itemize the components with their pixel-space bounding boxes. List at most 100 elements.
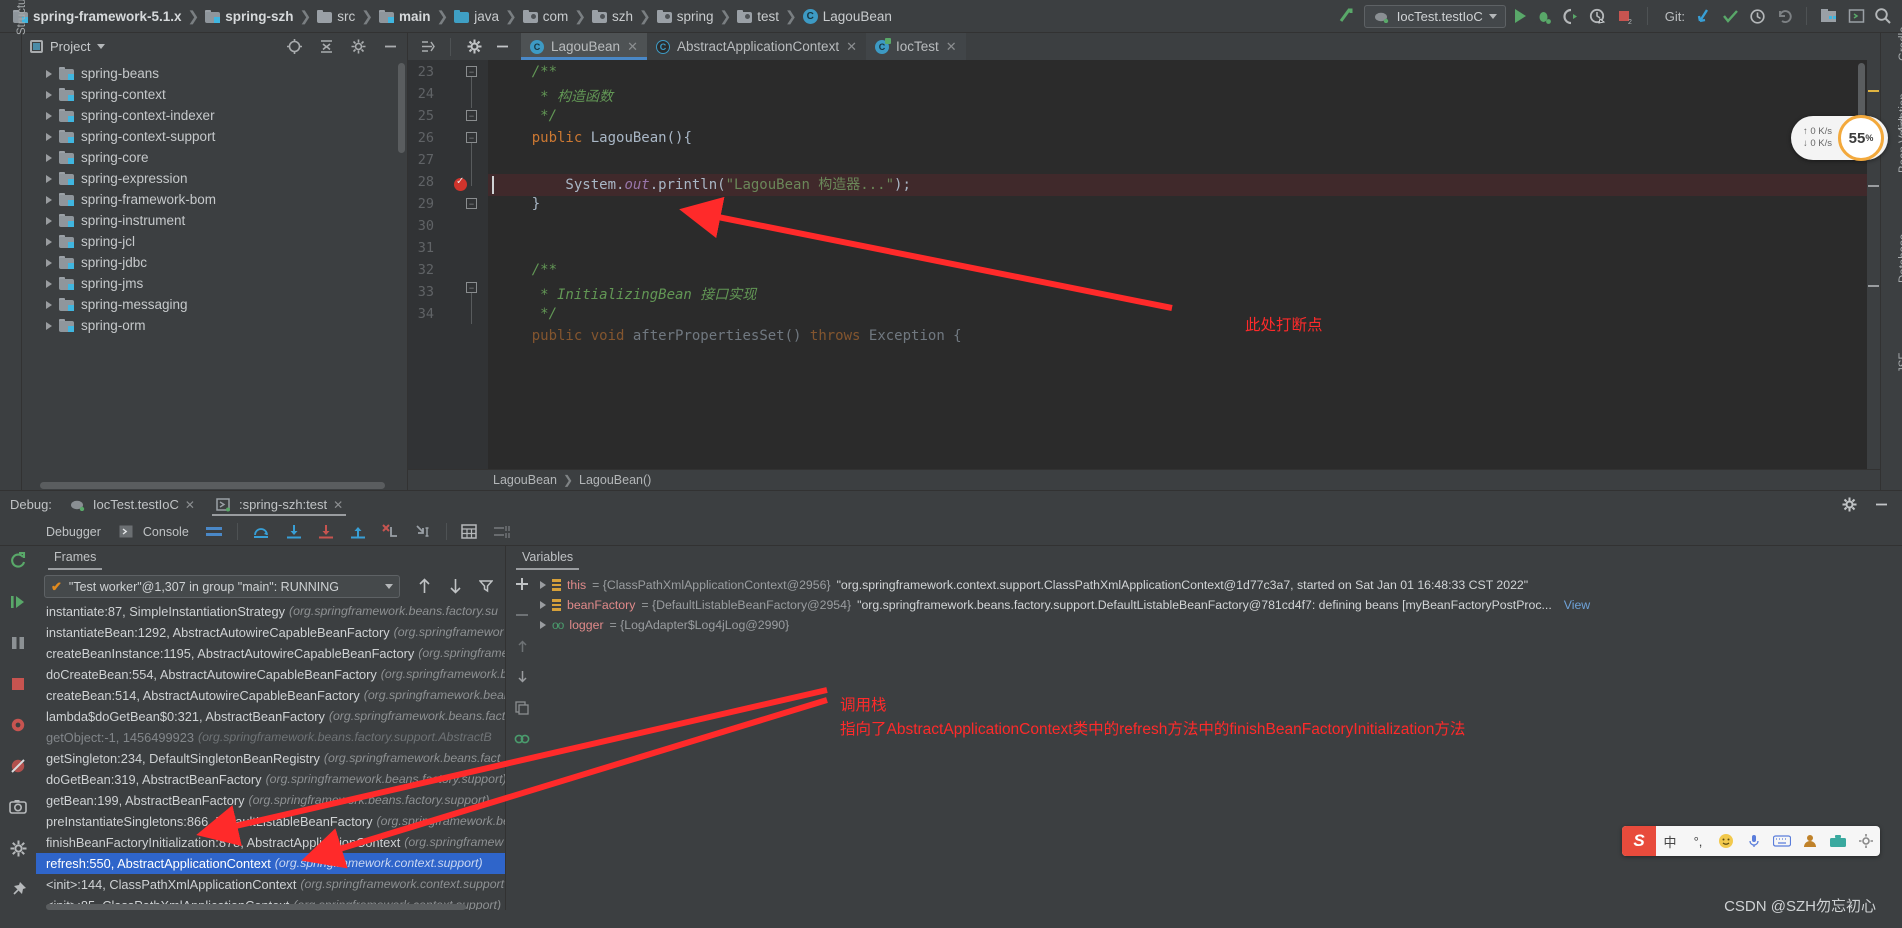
arrow-down-icon[interactable] xyxy=(513,668,531,686)
commit-icon[interactable] xyxy=(1721,7,1739,25)
rail-label-jsf[interactable]: JSF xyxy=(1898,353,1902,373)
close-icon[interactable]: ✕ xyxy=(333,498,343,512)
profile-icon[interactable] xyxy=(1589,7,1607,25)
arrow-up-icon[interactable] xyxy=(513,637,531,655)
breadcrumb-item-module[interactable]: spring-szh xyxy=(200,9,298,24)
frame-row[interactable]: <init>:144, ClassPathXmlApplicationConte… xyxy=(36,874,505,895)
settings-gear-icon[interactable] xyxy=(465,38,483,56)
evaluate-expression-button[interactable] xyxy=(453,524,485,539)
console-tab[interactable]: Console xyxy=(109,523,197,541)
build-icon[interactable] xyxy=(1337,7,1355,25)
tab-frames[interactable]: Frames xyxy=(48,550,103,570)
frame-row[interactable]: getSingleton:234, DefaultSingletonBeanRe… xyxy=(36,748,505,769)
code-text[interactable]: /** * 构造函数 */ public LagouBean(){ System… xyxy=(488,60,1867,469)
breadcrumb-class[interactable]: LagouBean xyxy=(493,473,557,487)
frame-row[interactable]: createBeanInstance:1195, AbstractAutowir… xyxy=(36,643,505,664)
chevron-right-icon[interactable] xyxy=(46,216,52,225)
tree-item[interactable]: spring-context xyxy=(22,84,407,105)
project-structure-icon[interactable] xyxy=(1820,7,1838,25)
editor-gutter[interactable]: 23 24 25 26 27 28 29 30 31 32 33 34 − − xyxy=(408,60,509,469)
close-icon[interactable]: ✕ xyxy=(946,39,957,55)
static-fields-icon[interactable] xyxy=(513,730,531,748)
chevron-right-icon[interactable] xyxy=(46,111,52,120)
breadcrumb-item-szh[interactable]: szh xyxy=(587,9,638,24)
fold-minus-icon[interactable]: − xyxy=(466,282,477,293)
breadcrumb-item-spring[interactable]: spring xyxy=(652,9,719,24)
rail-label-bean-validation[interactable]: Bean Validation xyxy=(1898,93,1902,173)
terminal-icon[interactable] xyxy=(1847,7,1865,25)
run-with-coverage-icon[interactable] xyxy=(1562,7,1580,25)
rollback-icon[interactable] xyxy=(1775,7,1793,25)
frame-row[interactable]: getObject:-1, 1456499923 (org.springframe… xyxy=(36,727,505,748)
ime-user-icon[interactable] xyxy=(1796,826,1824,856)
editor-tab-abstractapplicationcontext[interactable]: C AbstractApplicationContext ✕ xyxy=(647,33,866,60)
editor-tab-lagoubean[interactable]: C LagouBean ✕ xyxy=(521,33,647,60)
chevron-down-icon[interactable] xyxy=(97,43,106,49)
warning-marker[interactable] xyxy=(1868,90,1879,92)
tree-item[interactable]: spring-jdbc xyxy=(22,252,407,273)
ime-emoji-icon[interactable] xyxy=(1712,826,1740,856)
rail-label-gradle[interactable]: Gradle xyxy=(1898,26,1902,61)
breadcrumb-item-java[interactable]: java xyxy=(449,9,504,24)
step-into-button[interactable] xyxy=(278,524,310,539)
layout-settings-button[interactable] xyxy=(485,525,518,539)
chevron-right-icon[interactable] xyxy=(46,153,52,162)
resume-program-icon[interactable] xyxy=(9,593,27,611)
chevron-right-icon[interactable] xyxy=(540,621,546,629)
chevron-right-icon[interactable] xyxy=(540,581,546,589)
variables-list[interactable]: this = {ClassPathXmlApplicationContext@2… xyxy=(538,570,1902,910)
frame-row[interactable]: getBean:199, AbstractBeanFactory (org.spr… xyxy=(36,790,505,811)
search-everywhere-icon[interactable] xyxy=(1874,7,1892,25)
breadcrumb-item-src[interactable]: src xyxy=(312,9,360,24)
arrow-up-icon[interactable] xyxy=(415,577,433,595)
ime-toolbox-icon[interactable] xyxy=(1824,826,1852,856)
tree-item[interactable]: spring-beans xyxy=(22,63,407,84)
breadcrumb-item-test[interactable]: test xyxy=(732,9,784,24)
update-project-icon[interactable] xyxy=(1694,7,1712,25)
frames-list[interactable]: instantiate:87, SimpleInstantiationStrat… xyxy=(36,601,505,910)
ime-keyboard-icon[interactable] xyxy=(1768,826,1796,856)
fold-end-icon[interactable]: − xyxy=(466,198,477,209)
close-icon[interactable]: ✕ xyxy=(627,39,638,55)
frame-row[interactable]: doCreateBean:554, AbstractAutowireCapabl… xyxy=(36,664,505,685)
step-over-button[interactable] xyxy=(244,524,278,539)
debugger-tab[interactable]: Debugger xyxy=(8,525,109,539)
mute-breakpoints-icon[interactable] xyxy=(9,757,27,775)
close-icon[interactable]: ✕ xyxy=(846,39,857,55)
chevron-right-icon[interactable] xyxy=(46,258,52,267)
chevron-right-icon[interactable] xyxy=(46,300,52,309)
arrow-down-icon[interactable] xyxy=(446,577,464,595)
frame-row[interactable]: instantiate:87, SimpleInstantiationStrat… xyxy=(36,601,505,622)
frame-row-selected[interactable]: refresh:550, AbstractApplicationContext(… xyxy=(36,853,505,874)
close-icon[interactable]: ✕ xyxy=(185,498,195,512)
frame-row[interactable]: doGetBean:319, AbstractBeanFactory (org.s… xyxy=(36,769,505,790)
ime-menu-icon[interactable] xyxy=(1852,826,1880,856)
fold-minus-icon[interactable]: − xyxy=(466,66,477,77)
fold-end-icon[interactable]: − xyxy=(466,110,477,121)
editor-tab-ioctest[interactable]: C IocTest ✕ xyxy=(865,33,966,60)
debug-session-tab-ioctest[interactable]: IocTest.testIoC ✕ xyxy=(66,491,198,518)
breadcrumb-item-main[interactable]: main xyxy=(374,9,436,24)
filter-icon[interactable] xyxy=(477,577,495,595)
tree-item[interactable]: spring-framework-bom xyxy=(22,189,407,210)
ime-toolbar[interactable]: S 中 °, xyxy=(1622,826,1880,856)
breadcrumb-method[interactable]: LagouBean() xyxy=(579,473,651,487)
remove-watch-icon[interactable] xyxy=(513,606,531,624)
chevron-right-icon[interactable] xyxy=(46,69,52,78)
tree-item[interactable]: spring-context-support xyxy=(22,126,407,147)
view-breakpoints-icon[interactable] xyxy=(9,716,27,734)
tree-item[interactable]: spring-core xyxy=(22,147,407,168)
breadcrumb-item-project[interactable]: spring-framework-5.1.x xyxy=(8,9,187,24)
history-icon[interactable] xyxy=(1748,7,1766,25)
rail-label-project[interactable]: Structure xyxy=(16,0,28,35)
thread-selector[interactable]: ✔ "Test worker"@1,307 in group "main": R… xyxy=(44,575,400,598)
project-tree[interactable]: spring-beans spring-context spring-conte… xyxy=(22,59,407,490)
ime-voice-icon[interactable] xyxy=(1740,826,1768,856)
chevron-right-icon[interactable] xyxy=(46,174,52,183)
chevron-right-icon[interactable] xyxy=(46,279,52,288)
tree-item[interactable]: spring-jms xyxy=(22,273,407,294)
add-watch-icon[interactable] xyxy=(513,575,531,593)
force-step-into-button[interactable] xyxy=(310,524,342,539)
frame-row[interactable]: lambda$doGetBean$0:321, AbstractBeanFact… xyxy=(36,706,505,727)
chevron-right-icon[interactable] xyxy=(46,90,52,99)
